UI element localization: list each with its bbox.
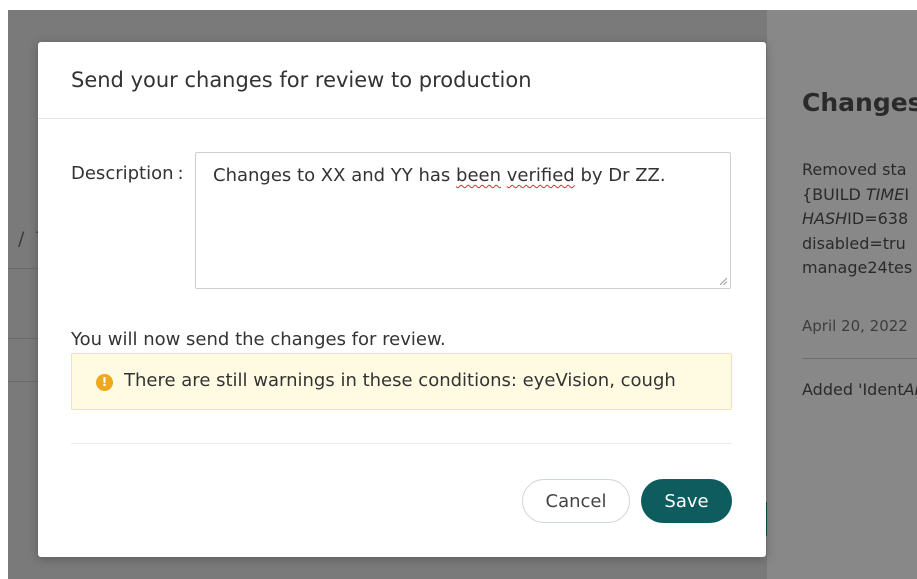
description-label: Description: [71, 163, 184, 184]
change-line-segment: {BUILD [802, 184, 866, 204]
change-line-segment: disabled=tru [802, 233, 906, 253]
change-line: AND ((childM [904, 380, 917, 399]
description-label-colon: : [177, 163, 184, 184]
background-top-strip [0, 0, 917, 10]
change-line-segment: manage24tes [802, 258, 913, 277]
warning-alert: ! There are still warnings in these cond… [71, 353, 732, 410]
changes-panel-title: Changes [802, 88, 917, 117]
resize-grip-icon[interactable] [719, 277, 727, 285]
change-entry-text: Removed sta {BUILD TIMEI HASHID=638 disable… [802, 158, 912, 281]
change-line: manage24tes [802, 256, 912, 281]
changes-panel: Changes Removed sta {BUILD TIMEI HASHID=63… [767, 10, 917, 579]
change-line: Removed sta [802, 158, 912, 183]
change-entry-text: Added 'IdentAND ((childMnotInfant,HASHID… [802, 378, 917, 403]
modal-title: Send your changes for review to producti… [71, 68, 532, 92]
change-line-segment: TIME [865, 184, 905, 204]
description-textarea[interactable]: Changes to XX and YY has been verified b… [195, 152, 731, 289]
change-line: Added 'Ident [802, 380, 904, 399]
spellcheck-word: been [456, 165, 502, 186]
change-line-segment: Removed sta [802, 160, 907, 179]
change-line: HASHID=638 [802, 207, 912, 232]
review-modal: Send your changes for review to producti… [38, 42, 766, 557]
cancel-button[interactable]: Cancel [522, 479, 630, 523]
background-divider [8, 268, 38, 269]
description-label-text: Description [71, 163, 174, 184]
change-line: disabled=tru [802, 232, 912, 257]
change-line: {BUILD TIMEI [802, 183, 912, 208]
modal-header: Send your changes for review to producti… [38, 42, 766, 119]
description-value: Changes to XX and YY has been verified b… [213, 165, 666, 186]
background-divider [8, 381, 38, 382]
description-text-segment: by Dr ZZ. [574, 165, 666, 186]
change-line-segment: HASH [802, 209, 848, 228]
change-line-segment: AND ((childM [903, 380, 917, 399]
spellcheck-word: verified [506, 165, 575, 186]
change-entry-divider [802, 358, 917, 359]
background-divider [8, 338, 38, 339]
description-text-segment: Changes to XX and YY has [213, 165, 457, 186]
save-button[interactable]: Save [641, 479, 732, 523]
change-line-segment: Added 'Ident [802, 380, 904, 399]
modal-footer-divider [71, 443, 732, 444]
review-info-text: You will now send the changes for review… [71, 329, 446, 350]
change-line-segment: I [904, 184, 910, 204]
background-left-column [0, 10, 8, 579]
warning-icon: ! [96, 374, 113, 391]
change-entry-date: April 20, 2022 [802, 317, 908, 335]
change-line-segment: ID=638 [847, 209, 909, 228]
warning-text: There are still warnings in these condit… [124, 370, 676, 391]
